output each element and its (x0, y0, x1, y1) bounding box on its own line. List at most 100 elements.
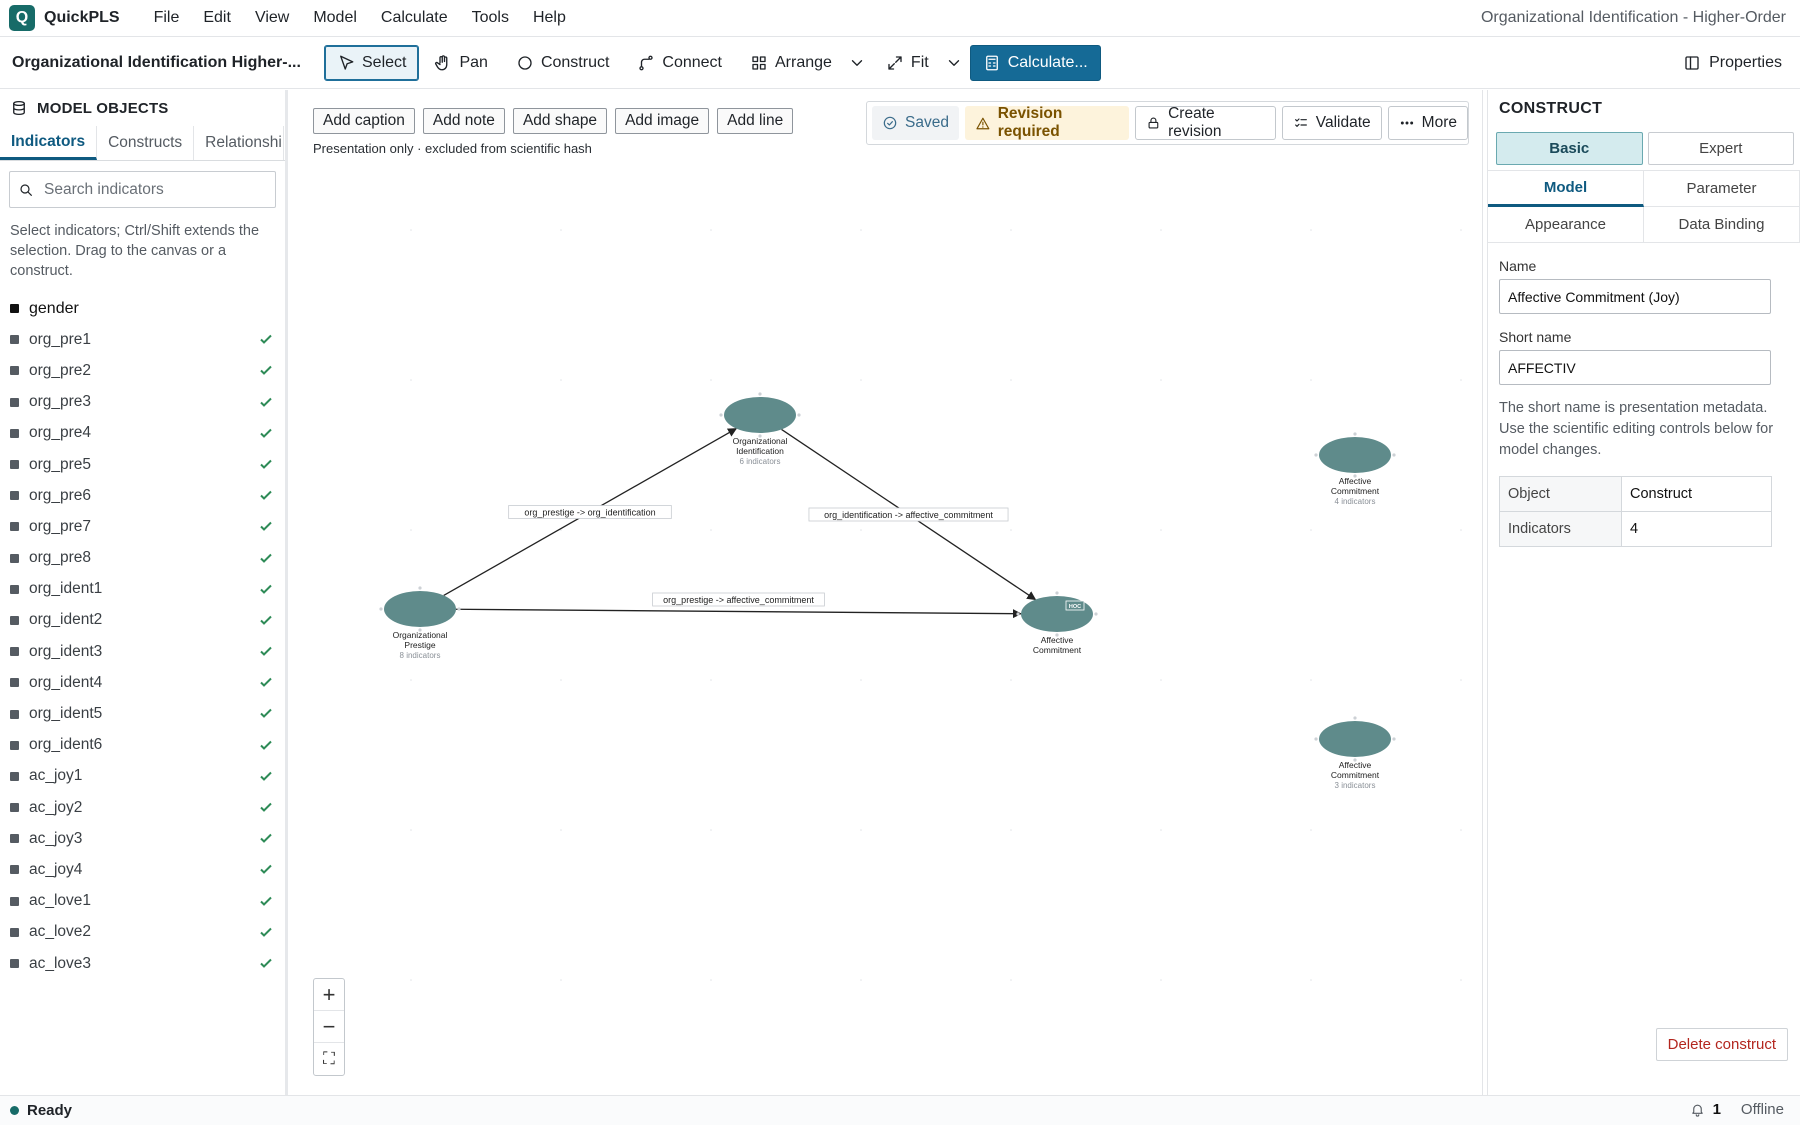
construct-node[interactable]: AffectiveCommitment4 indicators (1314, 432, 1396, 506)
connection-handle[interactable] (1055, 591, 1059, 595)
calculate-button[interactable]: Calculate... (969, 44, 1101, 81)
tab-constructs[interactable]: Constructs (97, 126, 195, 160)
menu-help[interactable]: Help (521, 9, 578, 27)
zoom-fit-button[interactable]: ⛶ (314, 1043, 344, 1075)
model-canvas[interactable]: org_prestige -> org_identification org_id… (291, 90, 1483, 1095)
indicator-item[interactable]: ac_love1 (0, 886, 285, 917)
indicator-item[interactable]: org_pre1 (0, 324, 285, 355)
indicator-item[interactable]: org_pre2 (0, 355, 285, 386)
construct-node[interactable]: AffectiveCommitment HOC (1016, 591, 1098, 655)
indicator-item[interactable]: ac_joy1 (0, 761, 285, 792)
menu-view[interactable]: View (243, 9, 301, 27)
connection-handle[interactable] (457, 607, 461, 611)
search-input[interactable] (44, 180, 264, 199)
menu-calculate[interactable]: Calculate (369, 9, 460, 27)
connection-handle[interactable] (1314, 453, 1318, 457)
model-objects-title: MODEL OBJECTS (37, 99, 169, 117)
indicator-item[interactable]: org_pre5 (0, 449, 285, 480)
properties-button[interactable]: Properties (1683, 45, 1782, 81)
name-field[interactable]: Affective Commitment (Joy) (1499, 279, 1771, 314)
indicator-square-icon (10, 865, 19, 875)
indicator-item[interactable]: org_pre4 (0, 418, 285, 449)
basic-mode-button[interactable]: Basic (1496, 132, 1643, 165)
fit-button[interactable]: Fit (873, 45, 942, 81)
connection-handle[interactable] (379, 607, 383, 611)
construct-node[interactable]: OrganizationalIdentification6 indicators (719, 392, 801, 466)
indicator-square-icon (10, 647, 19, 657)
select-tool-button[interactable]: Select (324, 44, 420, 81)
add-caption-button[interactable]: Add caption (313, 108, 415, 134)
menu-edit[interactable]: Edit (191, 9, 243, 27)
indicator-item[interactable]: org_ident3 (0, 636, 285, 667)
add-line-button[interactable]: Add line (717, 108, 794, 134)
construct-node[interactable]: AffectiveCommitment3 indicators (1314, 716, 1396, 790)
connection-handle[interactable] (1392, 737, 1396, 741)
indicator-item[interactable]: org_pre7 (0, 511, 285, 542)
indicator-name: org_ident2 (29, 611, 103, 629)
indicator-name: org_ident3 (29, 642, 103, 660)
indicator-item[interactable]: org_ident4 (0, 667, 285, 698)
zoom-out-button[interactable]: − (314, 1011, 344, 1043)
path-edge[interactable]: org_prestige -> org_identification (443, 427, 738, 597)
validate-button[interactable]: Validate (1281, 106, 1382, 140)
menu-tools[interactable]: Tools (460, 9, 521, 27)
presentation-note: Presentation only · excluded from scient… (313, 141, 592, 156)
indicator-item[interactable]: org_pre6 (0, 480, 285, 511)
connection-handle[interactable] (1392, 453, 1396, 457)
pan-tool-button[interactable]: Pan (421, 45, 500, 81)
add-note-button[interactable]: Add note (422, 108, 505, 134)
add-shape-button[interactable]: Add shape (512, 108, 608, 134)
indicator-item[interactable]: org_ident5 (0, 698, 285, 729)
connect-tool-button[interactable]: Connect (624, 45, 735, 81)
arrange-button[interactable]: Arrange (737, 45, 845, 81)
indicator-item[interactable]: org_pre8 (0, 543, 285, 574)
menu-file[interactable]: File (142, 9, 192, 27)
connection-handle[interactable] (797, 413, 801, 417)
tab-appearance[interactable]: Appearance (1488, 207, 1644, 243)
construct-tool-button[interactable]: Construct (503, 45, 622, 81)
add-image-button[interactable]: Add image (615, 108, 710, 134)
connection-handle[interactable] (1094, 612, 1098, 616)
check-icon (260, 366, 272, 376)
menu-model[interactable]: Model (301, 9, 369, 27)
connection-handle[interactable] (1353, 432, 1357, 436)
bell-icon[interactable] (1690, 1102, 1705, 1117)
short-name-field[interactable]: AFFECTIV (1499, 350, 1771, 385)
arrange-dropdown[interactable] (847, 45, 867, 81)
indicator-item[interactable]: org_ident1 (0, 574, 285, 605)
chevron-down-icon (851, 59, 863, 66)
connection-handle[interactable] (1016, 612, 1020, 616)
path-edge[interactable]: org_identification -> affective_commitme… (781, 428, 1037, 601)
indicator-item[interactable]: ac_love3 (0, 948, 285, 979)
construct-node[interactable]: OrganizationalPrestige8 indicators (379, 586, 461, 660)
connection-handle[interactable] (758, 392, 762, 396)
more-button[interactable]: More (1387, 106, 1468, 140)
connection-handle[interactable] (418, 586, 422, 590)
check-icon (260, 927, 272, 937)
indicator-name: org_ident4 (29, 673, 103, 691)
tab-data-binding[interactable]: Data Binding (1644, 207, 1800, 243)
indicator-item[interactable]: ac_love2 (0, 917, 285, 948)
tab-parameter[interactable]: Parameter (1644, 171, 1800, 207)
create-revision-button[interactable]: Create revision (1135, 105, 1276, 140)
tab-relationships[interactable]: Relationshi... (194, 126, 285, 160)
path-edge[interactable]: org_prestige -> affective_commitment (455, 592, 1022, 619)
delete-construct-button[interactable]: Delete construct (1655, 1028, 1788, 1061)
indicator-item[interactable]: org_ident6 (0, 730, 285, 761)
indicator-item[interactable]: gender (0, 293, 285, 324)
zoom-in-button[interactable]: + (314, 979, 344, 1011)
indicator-item[interactable]: ac_joy3 (0, 823, 285, 854)
connection-handle[interactable] (1353, 716, 1357, 720)
notification-count[interactable]: 1 (1713, 1101, 1721, 1118)
path-diagram[interactable]: org_prestige -> org_identification org_id… (291, 90, 1483, 1095)
indicator-item[interactable]: ac_joy4 (0, 854, 285, 885)
tab-model[interactable]: Model (1488, 171, 1644, 207)
expert-mode-button[interactable]: Expert (1647, 132, 1794, 165)
indicator-item[interactable]: org_ident2 (0, 605, 285, 636)
indicator-item[interactable]: ac_joy2 (0, 792, 285, 823)
fit-dropdown[interactable] (944, 45, 964, 81)
connection-handle[interactable] (719, 413, 723, 417)
indicator-item[interactable]: org_pre3 (0, 387, 285, 418)
connection-handle[interactable] (1314, 737, 1318, 741)
tab-indicators[interactable]: Indicators (0, 126, 98, 160)
